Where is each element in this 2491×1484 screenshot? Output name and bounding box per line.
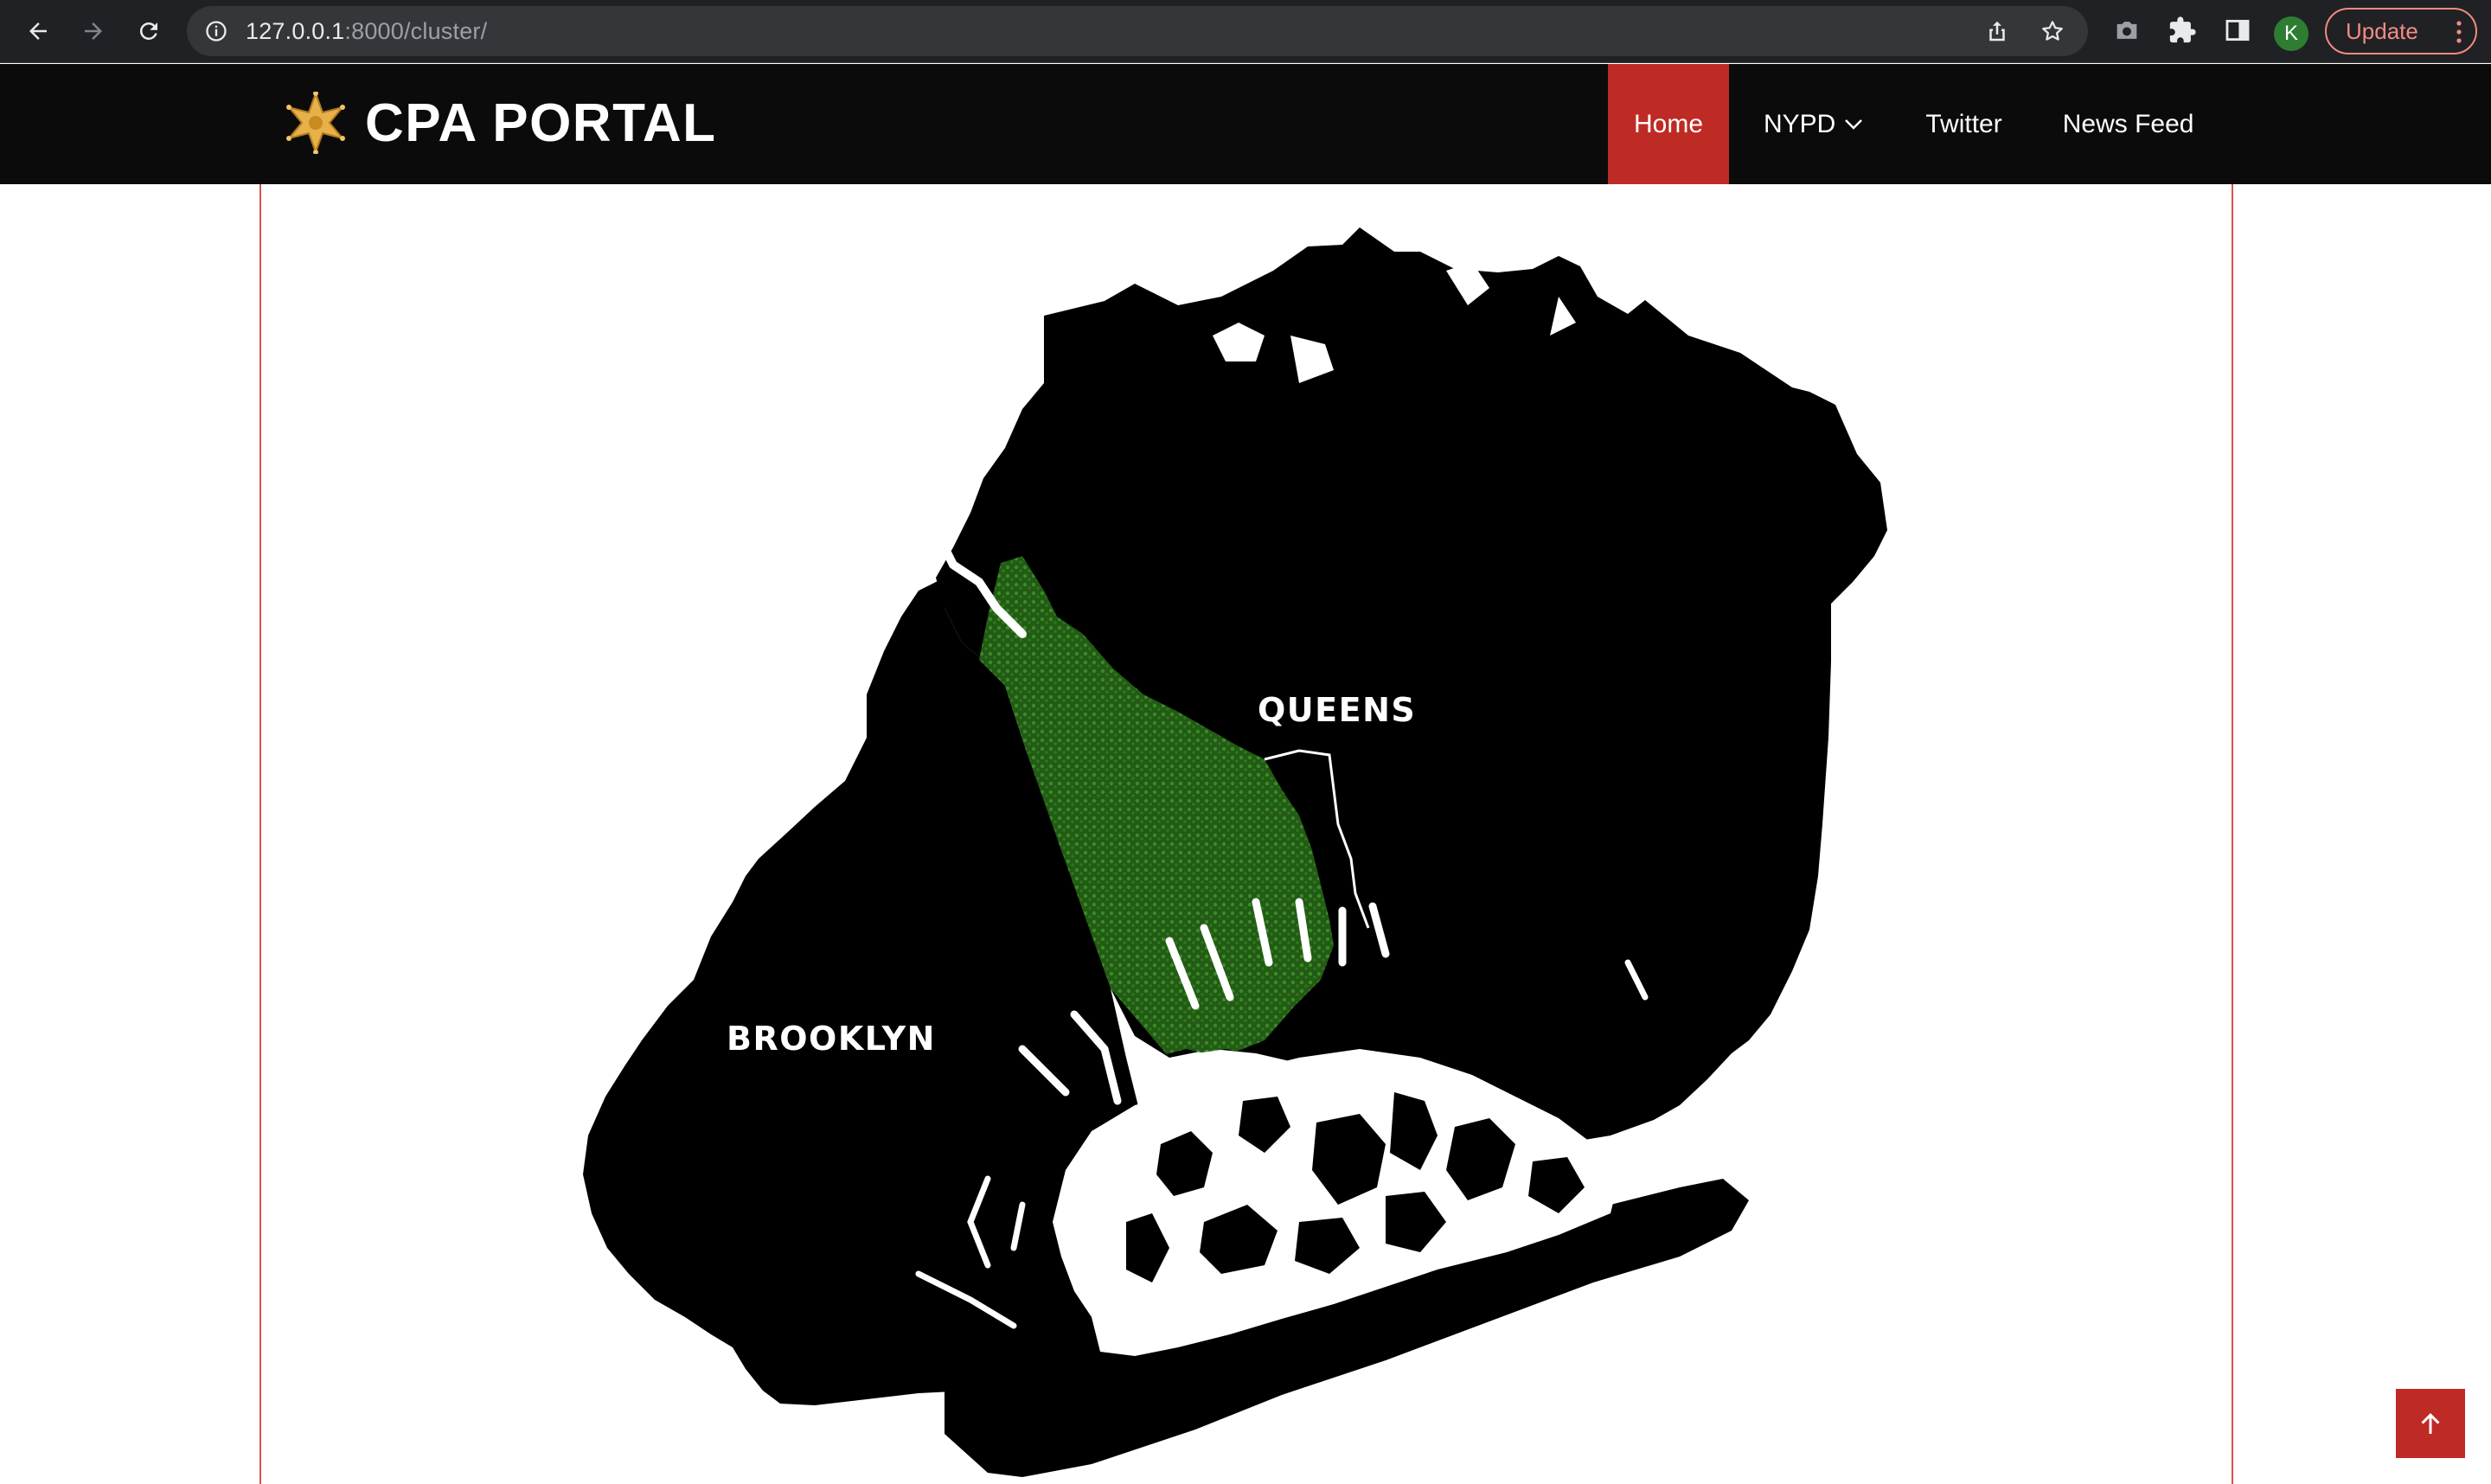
nav-nypd[interactable]: NYPD (1764, 64, 1863, 184)
back-to-top-button[interactable] (2396, 1389, 2465, 1458)
back-icon (29, 22, 47, 40)
reload-button[interactable] (130, 12, 168, 50)
puzzle-icon[interactable] (2168, 16, 2197, 45)
nav-home[interactable]: Home (1608, 64, 1729, 184)
nav-twitter[interactable]: Twitter (1925, 64, 2001, 184)
nav-news-feed[interactable]: News Feed (2063, 64, 2194, 184)
url-host: 127.0.0.1 (246, 18, 345, 44)
police-star-icon[interactable] (285, 92, 346, 154)
chevron-down-icon (1845, 118, 1863, 130)
arrow-up-icon (2421, 1413, 2440, 1434)
site-title[interactable]: CPA PORTAL (365, 90, 717, 157)
back-button[interactable] (19, 12, 57, 50)
browser-toolbar: 127.0.0.1:8000/cluster/ K Update (0, 0, 2491, 63)
share-icon[interactable] (1984, 18, 2010, 44)
profile-avatar[interactable]: K (2274, 16, 2308, 51)
reload-icon (139, 22, 157, 40)
main-nav: Home NYPD Twitter News Feed (1608, 64, 2193, 184)
update-button[interactable]: Update (2325, 8, 2477, 54)
update-label: Update (2346, 17, 2418, 44)
forward-icon (85, 22, 102, 40)
queens-label: QUEENS (1258, 691, 1417, 729)
camera-icon[interactable] (2112, 16, 2142, 45)
sidepanel-icon[interactable] (2223, 16, 2252, 45)
info-icon[interactable] (204, 19, 228, 43)
url-text[interactable]: 127.0.0.1:8000/cluster/ (246, 18, 487, 45)
more-vert-icon (2456, 21, 2462, 43)
star-icon[interactable] (2040, 18, 2065, 44)
content-frame: QUEENS BROOKLYN (259, 184, 2233, 1484)
forward-button[interactable] (74, 12, 112, 50)
nav-nypd-label: NYPD (1764, 109, 1836, 138)
brooklyn-label: BROOKLYN (727, 1020, 936, 1058)
url-path: :8000/cluster/ (344, 18, 488, 44)
address-bar[interactable]: 127.0.0.1:8000/cluster/ (187, 6, 2088, 56)
harbor-shoreline (631, 841, 714, 985)
cluster-map (583, 227, 1887, 1477)
site-header: CPA PORTAL Home NYPD Twitter News Feed (0, 64, 2491, 184)
